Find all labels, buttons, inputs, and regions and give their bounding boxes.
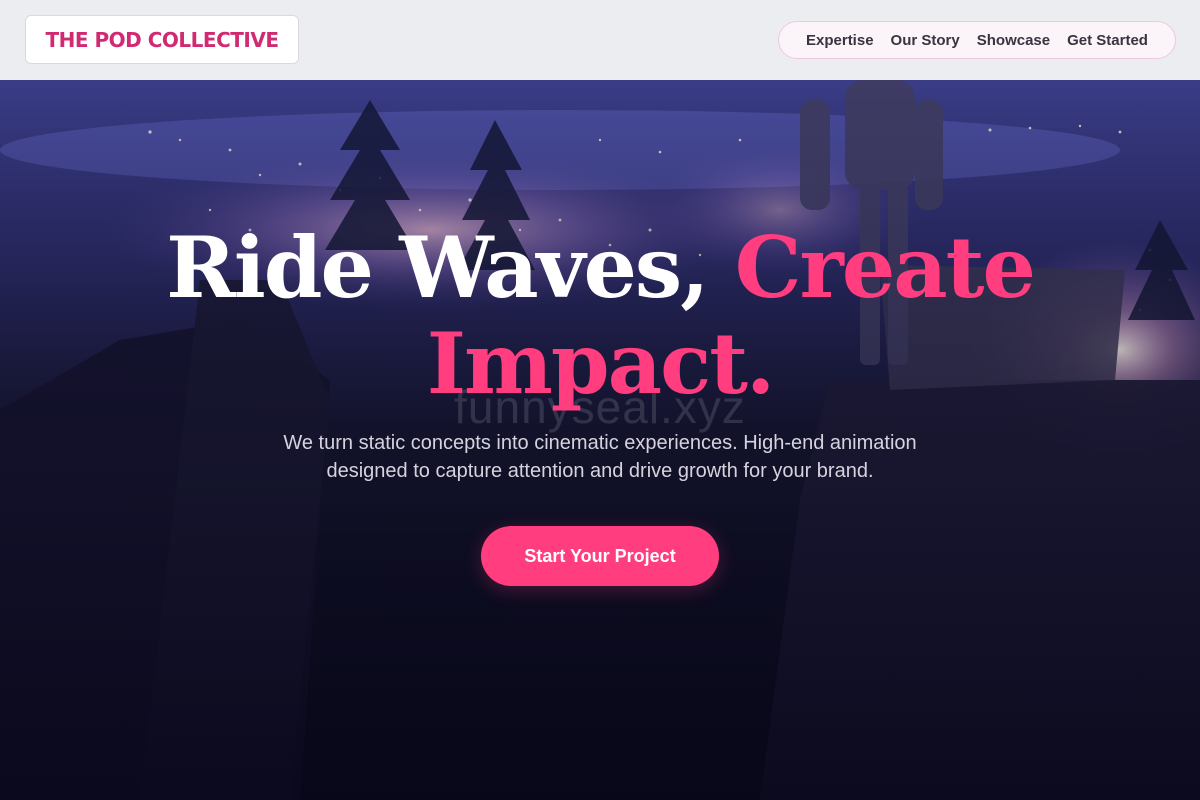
hero-subtitle: We turn static concepts into cinematic e… <box>200 429 1000 485</box>
headline-white-part: Ride Waves, <box>166 218 735 317</box>
hero-headline: Ride Waves, Create Impact. <box>0 220 1200 412</box>
site-header: THE POD COLLECTIVE Expertise Our Story S… <box>0 0 1200 80</box>
nav-item-get-started[interactable]: Get Started <box>1067 32 1148 49</box>
logo-text: THE POD COLLECTIVE <box>45 27 279 52</box>
nav-item-showcase[interactable]: Showcase <box>977 32 1050 49</box>
subtitle-line-2: designed to capture attention and drive … <box>326 460 874 482</box>
nav-item-expertise[interactable]: Expertise <box>806 32 874 49</box>
main-nav: Expertise Our Story Showcase Get Started <box>778 21 1176 59</box>
landing-page: THE POD COLLECTIVE Expertise Our Story S… <box>0 0 1200 800</box>
nav-item-our-story[interactable]: Our Story <box>891 32 960 49</box>
start-project-button[interactable]: Start Your Project <box>481 526 719 586</box>
subtitle-line-1: We turn static concepts into cinematic e… <box>283 432 917 454</box>
hero-section: funnyseal.xyz Ride Waves, Create Impact.… <box>0 80 1200 800</box>
logo[interactable]: THE POD COLLECTIVE <box>25 15 299 64</box>
